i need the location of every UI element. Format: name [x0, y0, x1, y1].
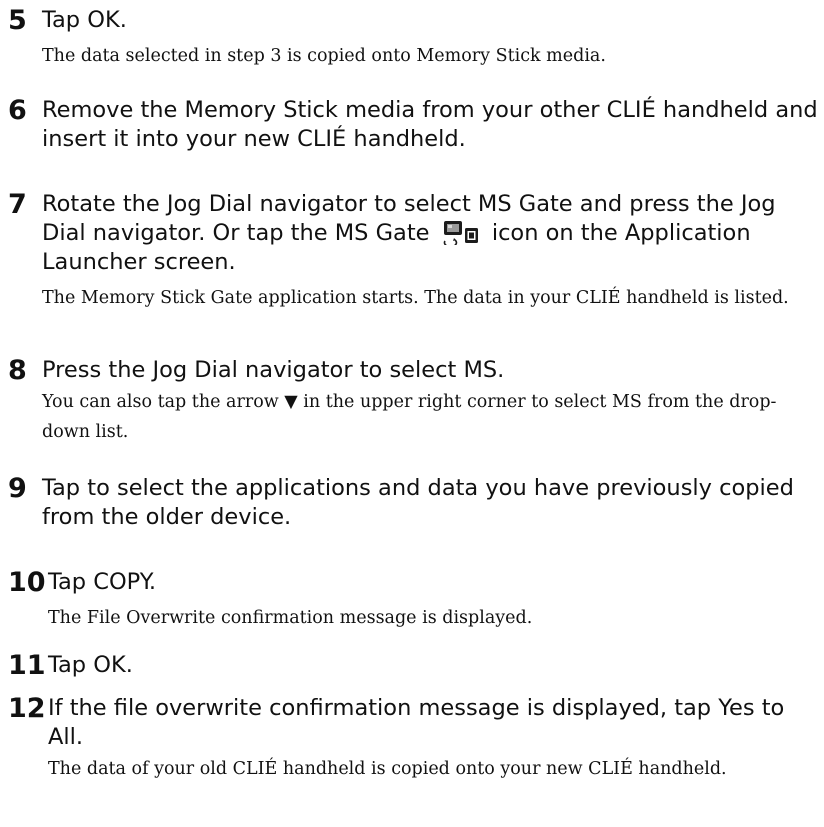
- step-heading: 10 Tap COPY.: [8, 568, 820, 597]
- step-instruction: Tap OK.: [42, 7, 127, 33]
- step-result: The data selected in step 3 is copied on…: [42, 46, 606, 66]
- step-8: 8 Press the Jog Dial navigator to select…: [8, 356, 820, 447]
- step-instruction: Tap COPY.: [48, 569, 157, 595]
- step-heading: 5 Tap OK.: [8, 6, 820, 35]
- step-number: 6: [8, 95, 27, 126]
- step-number: 8: [8, 355, 27, 386]
- step-number: 11: [8, 650, 46, 681]
- step-11: 11 Tap OK.: [8, 651, 820, 680]
- step-result: The File Overwrite confirmation message …: [48, 608, 533, 628]
- step-heading: 6 Remove the Memory Stick media from you…: [8, 96, 820, 154]
- step-heading: 12 If the file overwrite confirmation me…: [8, 694, 820, 752]
- step-result: You can also tap the arrow ▼ in the uppe…: [42, 392, 777, 442]
- step-number: 12: [8, 693, 46, 724]
- step-number: 9: [8, 473, 27, 504]
- step-instruction: Rotate the Jog Dial navigator to select …: [42, 190, 820, 277]
- step-number: 5: [8, 5, 27, 36]
- step-instruction: Remove the Memory Stick media from your …: [42, 97, 818, 152]
- step-result: The data of your old CLIÉ handheld is co…: [48, 759, 727, 779]
- step-number: 10: [8, 567, 46, 598]
- step-12: 12 If the file overwrite confirmation me…: [8, 694, 820, 784]
- step-instruction: Press the Jog Dial navigator to select M…: [42, 357, 505, 383]
- step-instruction: If the file overwrite confirmation messa…: [48, 695, 785, 750]
- step-6: 6 Remove the Memory Stick media from you…: [8, 96, 820, 154]
- step-heading: 11 Tap OK.: [8, 651, 820, 680]
- step-instruction: Tap to select the applications and data …: [42, 475, 794, 530]
- step-instruction: Tap OK.: [48, 652, 133, 678]
- step-5: 5 Tap OK. The data selected in step 3 is…: [8, 6, 820, 71]
- step-10: 10 Tap COPY. The File Overwrite confirma…: [8, 568, 820, 633]
- step-number: 7: [8, 189, 27, 220]
- step-heading: 8 Press the Jog Dial navigator to select…: [8, 356, 820, 385]
- step-result: The Memory Stick Gate application starts…: [42, 288, 789, 308]
- ms-gate-icon: [443, 221, 478, 245]
- step-9: 9 Tap to select the applications and dat…: [8, 474, 820, 532]
- step-heading: 7 Rotate the Jog Dial navigator to selec…: [8, 190, 820, 277]
- step-7: 7 Rotate the Jog Dial navigator to selec…: [8, 190, 820, 313]
- step-heading: 9 Tap to select the applications and dat…: [8, 474, 820, 532]
